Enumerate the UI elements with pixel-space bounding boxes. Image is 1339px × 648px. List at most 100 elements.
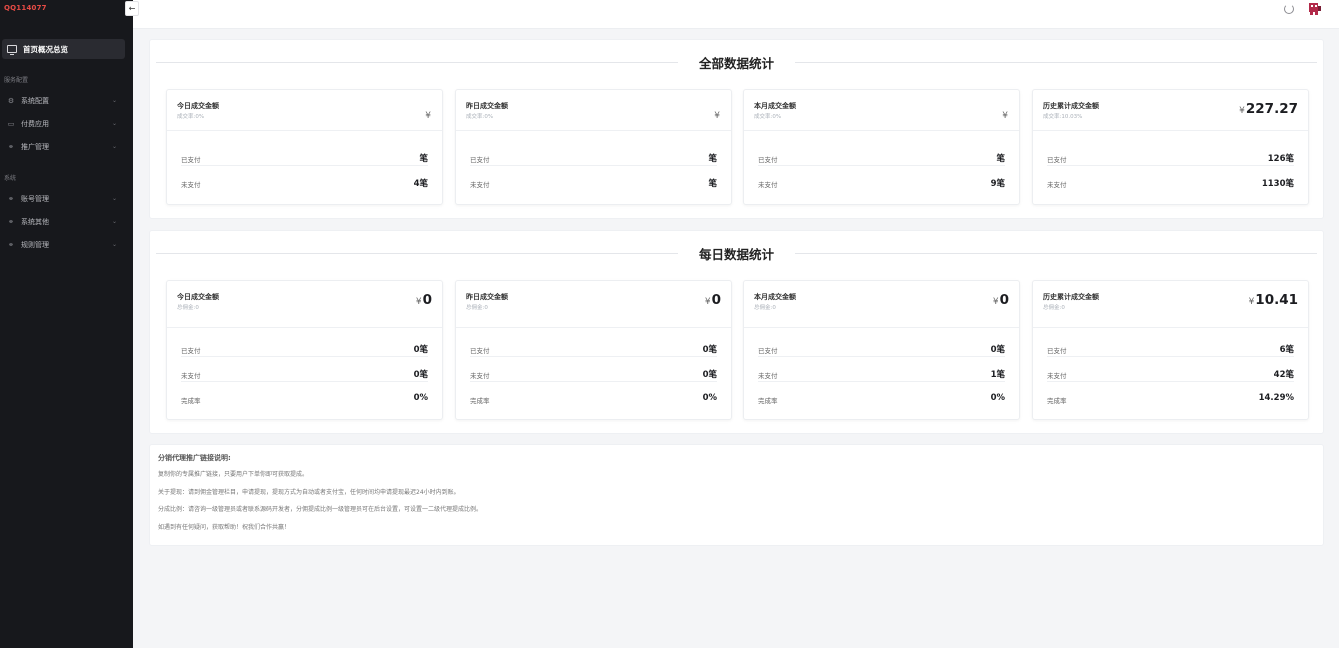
card-title: 本月成交金额 [754,102,796,110]
row-value: 0笔 [702,370,717,380]
row-value: 0笔 [702,345,717,355]
chevron-down-icon: ⌄ [111,241,117,248]
chevron-down-icon: ⌄ [111,97,117,104]
row-label: 未支付 [470,372,490,380]
paid-row: 已支付 6笔 [1047,341,1294,357]
row-label: 完成率 [181,397,201,405]
app-logo[interactable]: QQ114077 [4,4,47,12]
row-label: 已支付 [181,156,201,164]
row-label: 已支付 [470,347,490,355]
row-value: 笔 [708,154,717,164]
row-label: 完成率 [470,397,490,405]
stat-card: 昨日成交金额 总佣金:0 ¥0 已支付 0笔 未支付 0笔 完成率 0% [455,280,732,420]
row-value: 0% [413,393,428,403]
paid-row: 已支付 0笔 [181,341,428,357]
panel-title: 全部数据统计 [688,53,784,72]
row-value: 6笔 [1279,345,1294,355]
row-value: 0% [990,393,1005,403]
stat-card: 今日成交金额 成交率:0% ¥ 已支付 笔 未支付 4笔 [166,89,443,205]
row-label: 完成率 [1047,397,1067,405]
card-title: 本月成交金额 [754,293,796,301]
row-value: 1130笔 [1261,179,1294,189]
row-value: 笔 [996,154,1005,164]
card-subtitle: 总佣金:0 [177,305,199,311]
promotion-notes: 分销代理推广链接说明: 复制你的专属推广链接，只要用户下单你即可获取提成。 关于… [149,444,1324,546]
stat-card: 今日成交金额 总佣金:0 ¥0 已支付 0笔 未支付 0笔 完成率 0% [166,280,443,420]
row-value: 4笔 [413,179,428,189]
card-title: 昨日成交金额 [466,102,508,110]
row-label: 已支付 [1047,156,1067,164]
sidebar-item-dashboard[interactable]: 首页概况总览 [2,39,125,59]
refresh-icon[interactable] [1284,4,1294,14]
notes-line: 如遇到有任何疑问，获取帮助！祝我们合作共赢！ [158,524,291,531]
paid-row: 已支付 0笔 [470,341,717,357]
collapse-sidebar-button[interactable]: ← [125,1,139,16]
card-subtitle: 成交率:0% [754,114,782,120]
card-amount: 0 [711,292,721,308]
card-title: 今日成交金额 [177,293,219,301]
currency-symbol: ¥ [425,111,431,121]
card-subtitle: 总佣金:0 [1043,305,1065,311]
card-subtitle: 总佣金:0 [466,305,488,311]
row-label: 已支付 [470,156,490,164]
sidebar-item-label: 付费应用 [21,120,49,128]
row-value: 0笔 [413,370,428,380]
card-title: 历史累计成交金额 [1043,102,1099,110]
card-subtitle: 成交率:0% [177,114,205,120]
stat-card: 本月成交金额 总佣金:0 ¥0 已支付 0笔 未支付 1笔 完成率 0% [743,280,1020,420]
currency-symbol: ¥ [1248,297,1255,307]
sidebar-item-label: 首页概况总览 [23,44,68,54]
paid-row: 已支付 笔 [758,150,1005,166]
chevron-down-icon: ⌄ [111,195,117,202]
sidebar-item-accounts[interactable]: ⚭ 账号管理 ⌄ [0,191,125,207]
currency-symbol: ¥ [704,297,711,307]
row-value: 1笔 [990,370,1005,380]
stat-card: 历史累计成交金额 总佣金:0 ¥10.41 已支付 6笔 未支付 42笔 完成率 14… [1032,280,1309,420]
monitor-icon [7,45,17,55]
currency-symbol: ¥ [714,111,720,121]
notes-line: 复制你的专属推广链接，只要用户下单你即可获取提成。 [158,471,309,478]
card-icon: ▭ [7,120,15,128]
row-label: 已支付 [758,347,778,355]
row-label: 未支付 [1047,181,1067,189]
sidebar-item-system-other[interactable]: ⚭ 系统其他 ⌄ [0,214,125,230]
row-label: 未支付 [758,372,778,380]
link-icon: ⚭ [8,241,14,249]
panel-title: 每日数据统计 [688,244,784,263]
sidebar-item-label: 规则管理 [21,241,49,249]
sidebar-item-paid-apps[interactable]: ▭ 付费应用 ⌄ [0,116,125,132]
sidebar-section-title: 服务配置 [4,77,29,84]
sidebar-item-system-config[interactable]: ⚙ 系统配置 ⌄ [0,93,125,109]
card-amount: 10.41 [1255,292,1298,308]
chevron-down-icon: ⌄ [111,218,117,225]
avatar[interactable] [1306,1,1323,15]
currency-symbol: ¥ [415,297,422,307]
stat-card: 本月成交金额 成交率:0% ¥ 已支付 笔 未支付 9笔 [743,89,1020,205]
rate-row: 完成率 0% [181,391,428,407]
sidebar-item-label: 账号管理 [21,195,49,203]
unpaid-row: 未支付 1130笔 [1047,175,1294,191]
overall-stats-panel: 全部数据统计 今日成交金额 成交率:0% ¥ 已支付笔 未支付 4笔 昨日成交金额… [149,39,1324,219]
link-icon: ⚭ [8,195,14,203]
card-amount: 227.27 [1245,101,1298,117]
paid-row: 已支付 笔 [470,150,717,166]
sidebar-item-rules[interactable]: ⚭ 规则管理 ⌄ [0,237,125,253]
rate-row: 完成率 0% [758,391,1005,407]
link-icon: ⚭ [8,143,14,151]
unpaid-row: 未支付 0笔 [181,366,428,382]
notes-line: 关于提现：请到佣金管理栏目，申请提现，提现方式为自动或者支付宝，任何时间均申请提… [158,489,460,496]
unpaid-row: 未支付 4笔 [181,175,428,191]
notes-line: 分成比例：请咨询一级管理员或者联系源码开发者，分佣提成比例一级管理员可在后台设置… [158,506,483,513]
sidebar-item-label: 系统配置 [21,97,49,105]
gear-icon: ⚙ [7,97,15,105]
unpaid-row: 未支付 笔 [470,175,717,191]
row-value: 9笔 [990,179,1005,189]
top-header [133,0,1339,29]
row-value: 14.29% [1258,393,1294,403]
unpaid-row: 未支付 9笔 [758,175,1005,191]
chevron-down-icon: ⌄ [111,143,117,150]
currency-symbol: ¥ [1239,106,1245,116]
row-label: 未支付 [1047,372,1067,380]
sidebar-item-label: 系统其他 [21,218,49,226]
sidebar-item-promotion[interactable]: ⚭ 推广管理 ⌄ [0,139,125,155]
